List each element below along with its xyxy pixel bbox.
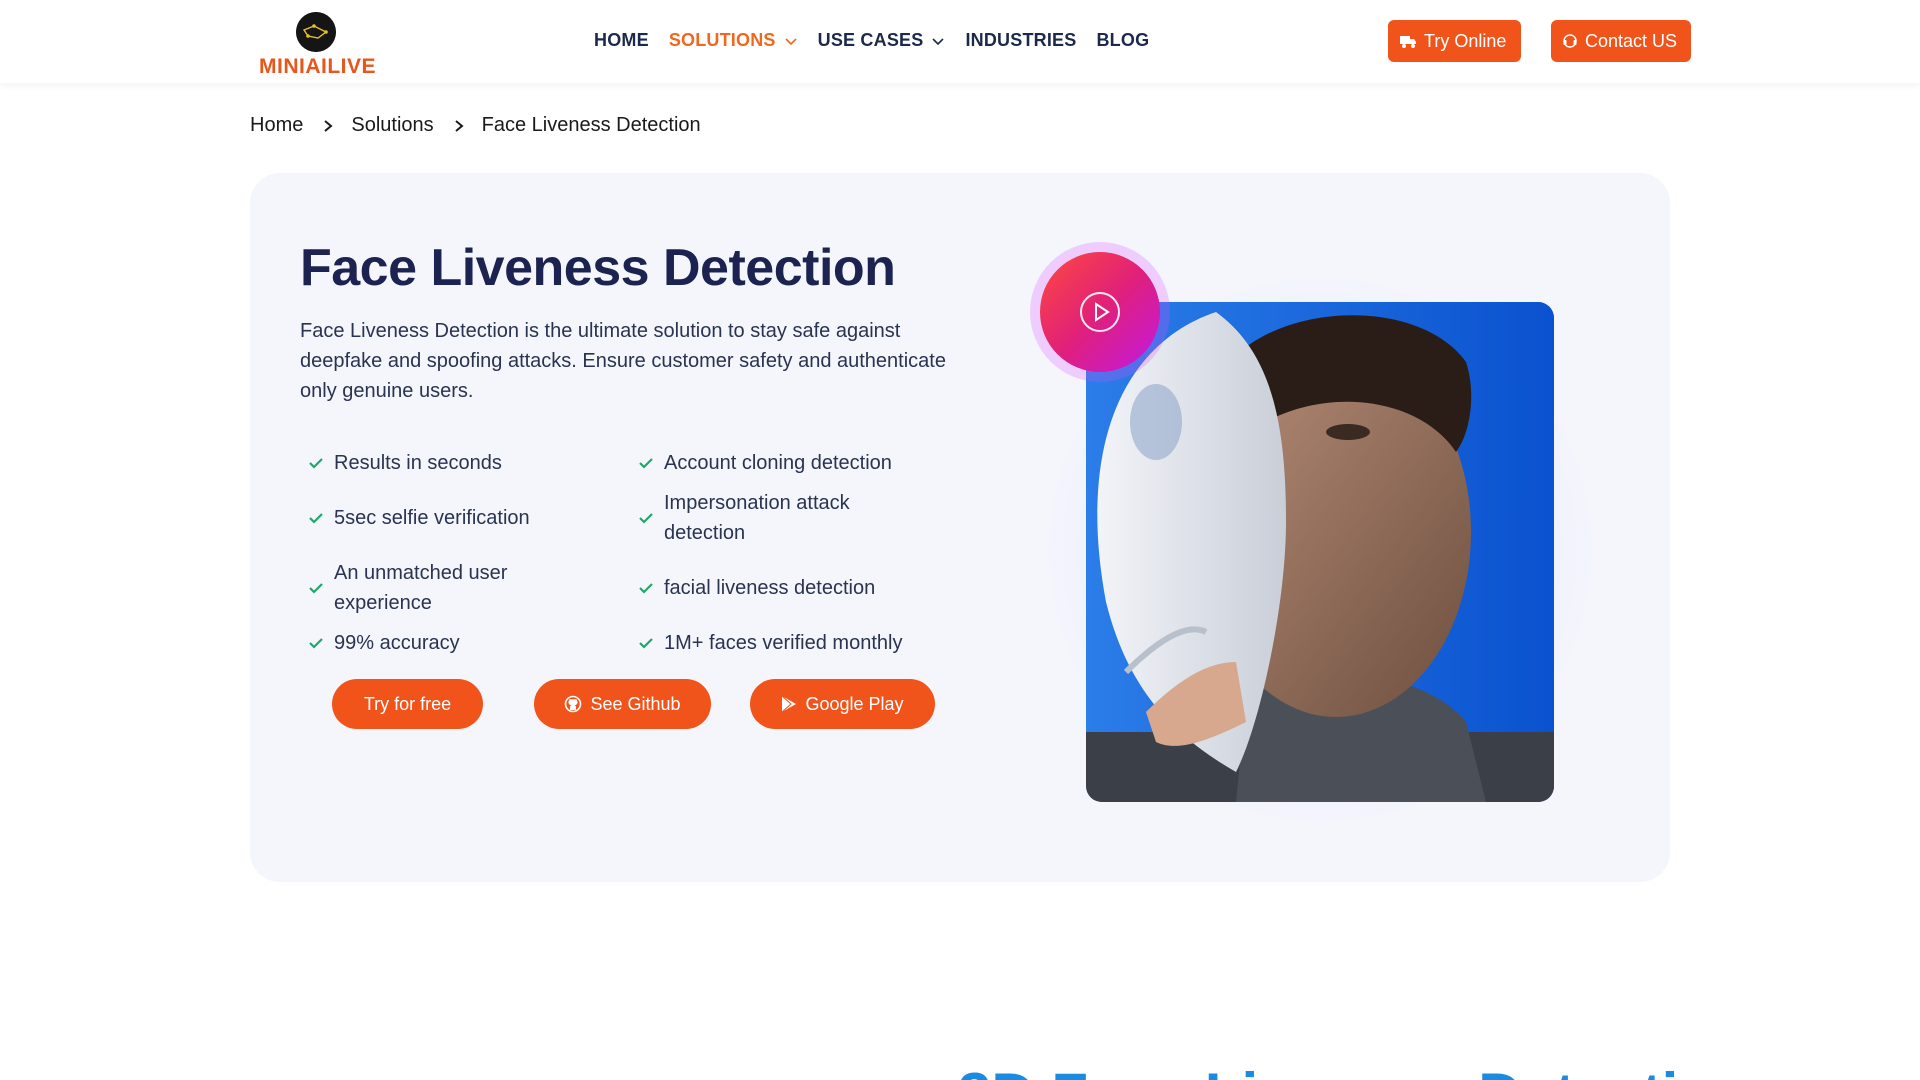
try-for-free-label: Try for free	[363, 693, 452, 714]
feature-item: facial liveness detection	[638, 558, 948, 618]
breadcrumb-home[interactable]: Home	[250, 114, 303, 137]
feature-label: Results in seconds	[334, 452, 502, 474]
hero-description: Face Liveness Detection is the ultimate …	[300, 320, 946, 402]
feature-label: 1M+ faces verified monthly	[664, 632, 903, 654]
feature-item: Impersonation attack detection	[638, 488, 948, 548]
chevron-down-icon	[785, 37, 797, 45]
github-icon	[565, 695, 582, 713]
try-online-button[interactable]: Try Online	[1388, 20, 1521, 62]
chevron-right-icon	[324, 119, 333, 132]
nav-label: HOME	[594, 30, 649, 50]
breadcrumb-solutions[interactable]: Solutions	[351, 114, 433, 137]
section-title: 3D Face Liveness Detection	[958, 1060, 1752, 1080]
breadcrumb-current: Face Liveness Detection	[481, 114, 701, 136]
see-github-button[interactable]: See Github	[534, 679, 711, 729]
hero-image[interactable]	[1086, 302, 1554, 802]
nav-item-solutions[interactable]: SOLUTIONS	[669, 30, 798, 51]
check-icon	[309, 638, 323, 649]
feature-label: 5sec selfie verification	[334, 507, 530, 529]
chevron-right-icon	[455, 119, 464, 132]
main-nav: HOME SOLUTIONS USE CASES INDUSTRIES BLOG	[594, 30, 1169, 51]
feature-list: Results in seconds Account cloning detec…	[308, 448, 948, 658]
feature-label: An unmatched user experience	[334, 562, 508, 614]
check-icon	[309, 583, 323, 594]
truck-icon	[1400, 36, 1416, 48]
feature-label: Impersonation attack detection	[664, 492, 850, 544]
check-icon	[639, 638, 653, 649]
face-mask-photo	[1086, 302, 1554, 802]
nav-item-blog[interactable]: BLOG	[1096, 30, 1149, 51]
nav-item-industries[interactable]: INDUSTRIES	[965, 30, 1076, 51]
nav-label: USE CASES	[817, 30, 924, 50]
feature-label: Account cloning detection	[664, 452, 892, 474]
check-icon	[639, 513, 653, 524]
page-title: Face Liveness Detection	[300, 239, 896, 297]
try-online-label: Try Online	[1424, 30, 1507, 51]
check-icon	[309, 513, 323, 524]
play-icon	[1080, 292, 1120, 332]
feature-item: 5sec selfie verification	[308, 488, 638, 548]
feature-item: Results in seconds	[308, 448, 638, 478]
brand-name: MINIAILIVE	[259, 55, 377, 78]
play-video-button[interactable]	[1040, 252, 1160, 372]
feature-item: An unmatched user experience	[308, 558, 638, 618]
feature-item: 99% accuracy	[308, 628, 638, 658]
feature-label: facial liveness detection	[664, 577, 876, 599]
nav-label: BLOG	[1096, 30, 1150, 50]
site-header: MINIAILIVE HOME SOLUTIONS USE CASES INDU…	[0, 0, 1920, 83]
brand-logo[interactable]: MINIAILIVE	[257, 8, 377, 78]
check-icon	[639, 583, 653, 594]
feature-item: 1M+ faces verified monthly	[638, 628, 948, 658]
see-github-label: See Github	[590, 693, 681, 714]
breadcrumb: Home Solutions Face Liveness Detection	[250, 114, 701, 137]
chevron-down-icon	[932, 37, 945, 45]
check-icon	[309, 458, 323, 469]
google-play-button[interactable]: Google Play	[750, 679, 935, 729]
feature-item: Account cloning detection	[638, 448, 948, 478]
nav-label: INDUSTRIES	[965, 30, 1077, 50]
nav-item-use-cases[interactable]: USE CASES	[818, 30, 946, 51]
logo-icon	[296, 12, 336, 52]
play-store-icon	[782, 695, 797, 713]
contact-label: Contact US	[1585, 30, 1678, 51]
check-icon	[639, 458, 653, 469]
nav-label: SOLUTIONS	[668, 30, 776, 50]
try-for-free-button[interactable]: Try for free	[332, 679, 483, 729]
feature-label: 99% accuracy	[334, 632, 460, 654]
contact-button[interactable]: Contact US	[1551, 20, 1691, 62]
headset-icon	[1563, 34, 1577, 48]
nav-item-home[interactable]: HOME	[594, 30, 649, 51]
google-play-label: Google Play	[805, 693, 904, 714]
